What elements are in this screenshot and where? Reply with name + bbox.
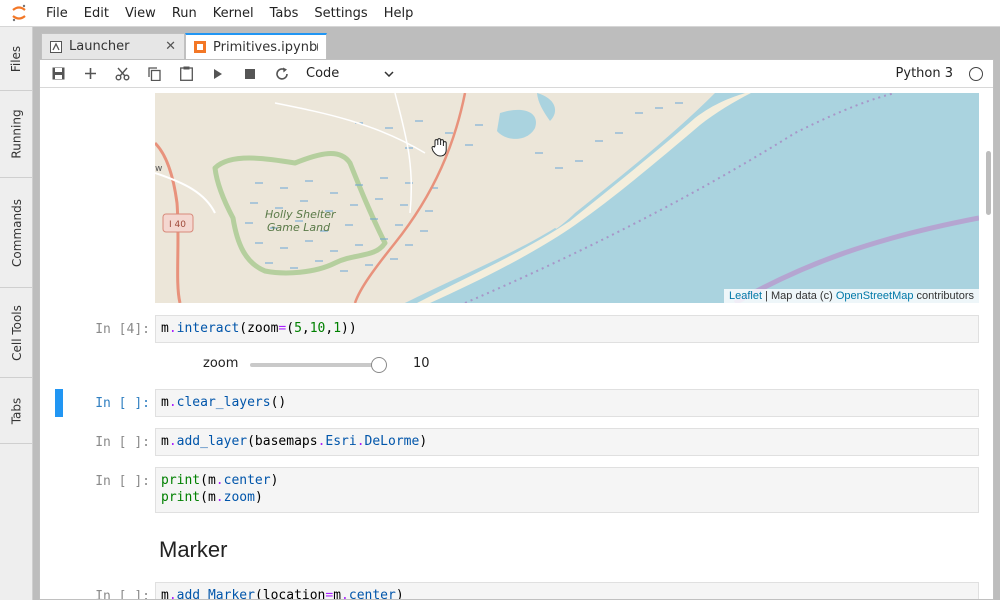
menu-help[interactable]: Help xyxy=(376,0,422,27)
osm-link[interactable]: OpenStreetMap xyxy=(836,290,914,302)
cell-prompt: In [ ]: xyxy=(95,435,150,450)
copy-icon[interactable] xyxy=(138,60,170,88)
cell-prompt: In [ ]: xyxy=(95,396,150,411)
sidebar-tab-label: Files xyxy=(9,45,24,72)
slider-value: 10 xyxy=(413,356,430,371)
sidebar-tab-label: Running xyxy=(9,109,24,159)
menu-view[interactable]: View xyxy=(117,0,164,27)
restart-icon[interactable] xyxy=(266,60,298,88)
tab-label: Primitives.ipynb xyxy=(213,39,318,55)
launcher-icon xyxy=(50,40,62,53)
sidebar-tab-tabs[interactable]: Tabs xyxy=(0,378,33,444)
notebook-cells[interactable]: Holly Shelter Game Land I 40 w Leaflet |… xyxy=(40,89,993,599)
jupyter-logo-icon xyxy=(0,0,38,27)
map-tiles: Holly Shelter Game Land I 40 w xyxy=(155,93,979,303)
save-icon[interactable] xyxy=(42,60,74,88)
code-token: m xyxy=(161,321,169,336)
tab-label: Launcher xyxy=(69,39,130,54)
grab-cursor-icon xyxy=(431,137,449,161)
main-area: Launcher ✕ Primitives.ipynb Code Python … xyxy=(33,27,1000,600)
notebook-panel: Code Python 3 Holly Shelter Game Land I … xyxy=(39,59,994,600)
cell-type-select[interactable]: Code xyxy=(306,66,394,81)
vertical-scrollbar[interactable] xyxy=(986,151,991,215)
map-attribution: Leaflet | Map data (c) OpenStreetMap con… xyxy=(724,289,979,303)
sidebar-tab-cell-tools[interactable]: Cell Tools xyxy=(0,288,33,378)
leaflet-map[interactable]: Holly Shelter Game Land I 40 w Leaflet |… xyxy=(155,93,979,303)
attribution-suffix: contributors xyxy=(913,290,974,302)
tab-primitives-notebook[interactable]: Primitives.ipynb xyxy=(185,33,327,59)
cell-prompt: In [ ]: xyxy=(95,589,150,599)
menu-kernel[interactable]: Kernel xyxy=(205,0,262,27)
attribution-text: | Map data (c) xyxy=(762,290,836,302)
code-cell-interact[interactable]: m.interact(zoom=(5,10,1)) xyxy=(155,315,979,343)
sidebar-tab-files[interactable]: Files xyxy=(0,27,33,91)
sidebar-tab-label: Commands xyxy=(9,198,24,267)
zoom-slider-widget: zoom 10 xyxy=(155,355,655,375)
notebook-toolbar: Code Python 3 xyxy=(40,60,993,88)
code-cell-print[interactable]: print(m.center) print(m.zoom) xyxy=(155,467,979,513)
tab-launcher[interactable]: Launcher ✕ xyxy=(41,33,185,59)
sidebar-tab-commands[interactable]: Commands xyxy=(0,178,33,288)
paste-icon[interactable] xyxy=(170,60,202,88)
sidebar-tab-label: Tabs xyxy=(9,397,24,424)
add-cell-icon[interactable] xyxy=(74,60,106,88)
slider-label: zoom xyxy=(203,356,239,371)
road-shield-label: I 40 xyxy=(169,220,186,230)
map-edge-label: w xyxy=(155,164,162,174)
close-icon[interactable]: ✕ xyxy=(165,39,176,54)
stop-icon[interactable] xyxy=(234,60,266,88)
chevron-down-icon xyxy=(384,66,394,81)
slider-handle[interactable] xyxy=(371,357,387,373)
park-label-line2: Game Land xyxy=(267,221,331,234)
document-tabbar: Launcher ✕ Primitives.ipynb xyxy=(33,27,1000,59)
park-label-line1: Holly Shelter xyxy=(265,208,337,221)
left-sidebar: Files Running Commands Cell Tools Tabs xyxy=(0,27,33,600)
menu-run[interactable]: Run xyxy=(164,0,205,27)
kernel-name[interactable]: Python 3 xyxy=(896,60,953,88)
code-cell-clear-layers[interactable]: m.clear_layers() xyxy=(155,389,979,417)
slider-track[interactable] xyxy=(250,363,380,367)
sidebar-tab-running[interactable]: Running xyxy=(0,91,33,178)
menu-settings[interactable]: Settings xyxy=(306,0,375,27)
menu-edit[interactable]: Edit xyxy=(76,0,117,27)
unsaved-dot-icon[interactable] xyxy=(317,43,318,51)
notebook-icon xyxy=(194,41,206,53)
cell-prompt: In [ ]: xyxy=(95,474,150,489)
menu-file[interactable]: File xyxy=(38,0,76,27)
menubar: File Edit View Run Kernel Tabs Settings … xyxy=(0,0,1000,27)
cut-icon[interactable] xyxy=(106,60,138,88)
code-cell-add-layer[interactable]: m.add_layer(basemaps.Esri.DeLorme) xyxy=(155,428,979,456)
code-cell-add-marker[interactable]: m.add_Marker(location=m.center) xyxy=(155,582,979,599)
run-icon[interactable] xyxy=(202,60,234,88)
kernel-idle-icon xyxy=(969,67,983,81)
leaflet-link[interactable]: Leaflet xyxy=(729,290,762,302)
menu-tabs[interactable]: Tabs xyxy=(262,0,307,27)
cell-prompt: In [4]: xyxy=(95,322,150,337)
sidebar-tab-label: Cell Tools xyxy=(9,304,24,361)
markdown-heading[interactable]: Marker xyxy=(159,537,227,563)
cell-type-value: Code xyxy=(306,66,340,81)
